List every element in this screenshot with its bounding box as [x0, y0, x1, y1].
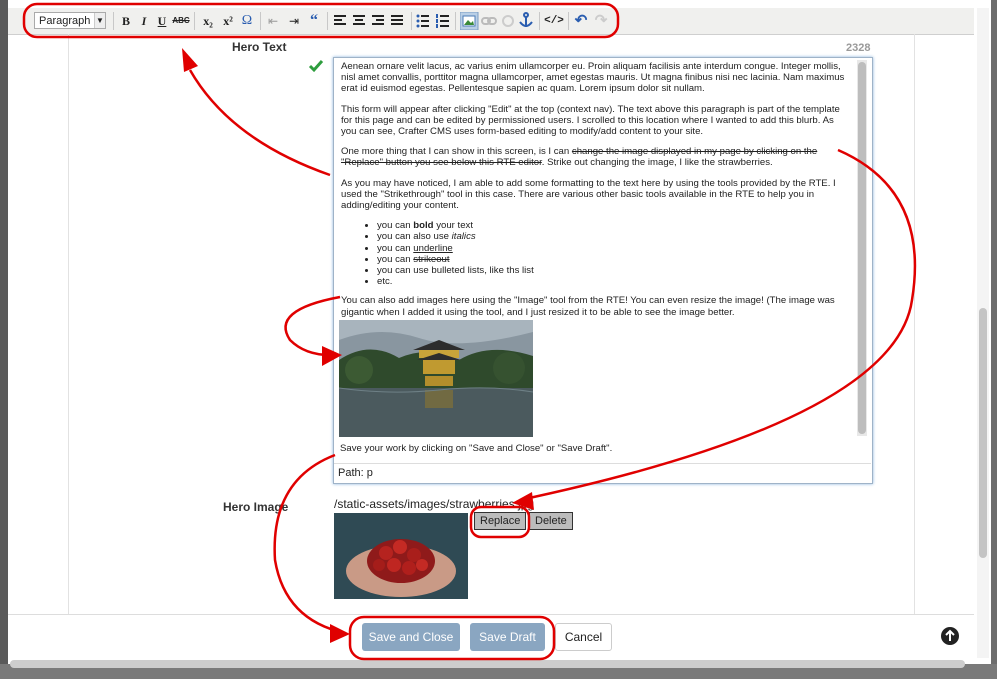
- toolbar-separator: [327, 12, 328, 30]
- text: . Strike out changing the image, I like …: [541, 157, 773, 169]
- special-character-button[interactable]: Ω: [238, 12, 256, 30]
- toolbar-separator: [539, 12, 540, 30]
- scroll-to-top-icon[interactable]: [940, 626, 960, 646]
- insert-buttons: [460, 12, 533, 30]
- save-and-close-button[interactable]: Save and Close: [362, 623, 460, 651]
- link-icon[interactable]: [481, 17, 497, 25]
- check-icon: [308, 60, 324, 73]
- toolbar-separator: [260, 12, 261, 30]
- cancel-button[interactable]: Cancel: [555, 623, 612, 651]
- horizontal-scrollbar[interactable]: [10, 660, 965, 668]
- bullet-list: you can bold your text you can also use …: [341, 220, 851, 287]
- list-item: you can also use italics: [377, 231, 851, 242]
- editor-paragraph: Save your work by clicking on "Save and …: [340, 443, 613, 454]
- undo-button[interactable]: ↶: [572, 12, 590, 30]
- character-count: 2328: [846, 42, 871, 54]
- toolbar-separator: [568, 12, 569, 30]
- text: One more thing that I can show in this s…: [341, 146, 572, 158]
- chevron-down-icon: ▼: [94, 13, 105, 28]
- editor-paragraph: One more thing that I can show in this s…: [341, 146, 851, 168]
- hero-image-label: Hero Image: [223, 500, 289, 514]
- subscript-button[interactable]: x₂: [199, 12, 217, 30]
- delete-button[interactable]: Delete: [529, 512, 573, 530]
- align-left-icon[interactable]: [334, 15, 346, 25]
- toolbar-separator: [411, 12, 412, 30]
- anchor-icon[interactable]: [519, 12, 533, 27]
- toolbar-separator: [113, 12, 114, 30]
- alignment-buttons: [334, 15, 403, 25]
- toolbar-separator: [194, 12, 195, 30]
- blockquote-button[interactable]: “: [305, 12, 323, 30]
- align-center-icon[interactable]: [353, 15, 365, 25]
- strikethrough-button[interactable]: ABC: [172, 12, 190, 30]
- editor-scrollbar-thumb[interactable]: [858, 62, 866, 434]
- align-right-icon[interactable]: [372, 15, 384, 25]
- list-item: you can underline: [377, 243, 851, 254]
- replace-button[interactable]: Replace: [474, 512, 527, 530]
- redo-button[interactable]: ↷: [592, 12, 610, 30]
- strawberries-image: [334, 513, 468, 599]
- bullet-list-icon[interactable]: [416, 14, 430, 28]
- background-page: [0, 0, 8, 679]
- list-item: you can bold your text: [377, 220, 851, 231]
- list-item: you can use bulleted lists, like ths lis…: [377, 265, 851, 276]
- temple-image[interactable]: [339, 320, 533, 437]
- format-select[interactable]: Paragraph ▼: [34, 12, 106, 29]
- source-code-button[interactable]: </>: [543, 12, 565, 30]
- superscript-button[interactable]: x²: [219, 12, 237, 30]
- indent-button[interactable]: ⇥: [285, 12, 303, 30]
- image-icon[interactable]: [460, 12, 479, 30]
- toolbar-separator: [455, 12, 456, 30]
- list-item: etc.: [377, 276, 851, 287]
- image-path: /static-assets/images/strawberries.jpg: [334, 497, 535, 511]
- align-justify-icon[interactable]: [391, 15, 403, 25]
- format-select-value: Paragraph: [39, 15, 91, 27]
- hero-text-label: Hero Text: [232, 40, 287, 54]
- editor-path-bar: Path: p: [334, 463, 871, 481]
- modal-scrollbar-thumb[interactable]: [979, 308, 987, 558]
- numbered-list-icon[interactable]: [436, 14, 449, 28]
- bold-button[interactable]: B: [117, 12, 135, 30]
- editor-paragraph: You can also add images here using the "…: [341, 295, 835, 318]
- italic-button[interactable]: I: [135, 12, 153, 30]
- editor-paragraph: As you may have noticed, I am able to ad…: [341, 177, 836, 212]
- editor-paragraph: Aenean ornare velit lacus, ac varius eni…: [341, 61, 845, 95]
- outdent-button[interactable]: ⇤: [264, 12, 282, 30]
- save-draft-button[interactable]: Save Draft: [470, 623, 545, 651]
- unlink-icon[interactable]: [502, 15, 514, 27]
- editor-paragraph: This form will appear after clicking "Ed…: [341, 103, 840, 138]
- list-item: you can strikeout: [377, 254, 851, 265]
- underline-button[interactable]: U: [153, 12, 171, 30]
- list-buttons: [416, 14, 449, 28]
